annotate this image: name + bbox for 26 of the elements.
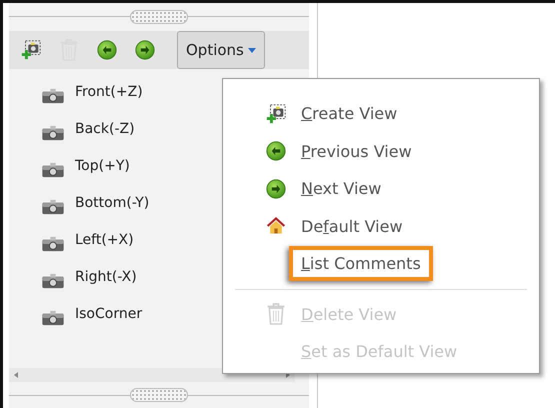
trash-icon (265, 302, 287, 326)
menu-item[interactable]: Default View (297, 214, 407, 239)
view-item[interactable]: Right(-X) (75, 268, 137, 284)
scroll-left-icon[interactable] (14, 372, 18, 378)
view-item[interactable]: Bottom(-Y) (75, 194, 150, 210)
menu-item[interactable]: Previous View (297, 138, 416, 164)
camera-icon (41, 162, 65, 178)
view-item[interactable]: Left(+X) (75, 232, 134, 248)
camera-plus-icon[interactable] (19, 39, 43, 61)
menu-item[interactable]: Create View (297, 101, 402, 126)
camera-icon (41, 236, 65, 252)
camera-icon (41, 272, 65, 288)
camera-icon (41, 124, 65, 140)
menu-item[interactable]: Next View (297, 176, 386, 202)
view-item[interactable]: Back(-Z) (75, 120, 135, 136)
camera-icon (41, 88, 65, 104)
camera-icon (41, 310, 65, 326)
camera-plus-icon (265, 102, 287, 125)
view-item[interactable]: Top(+Y) (75, 158, 130, 174)
options-button[interactable]: Options (177, 31, 265, 69)
caret-icon (248, 48, 256, 52)
view-item[interactable]: Front(+Z) (75, 84, 143, 100)
menu-item[interactable]: List Comments (289, 246, 433, 282)
home-icon (265, 216, 287, 236)
view-item[interactable]: IsoCorner (75, 306, 142, 322)
camera-icon (41, 198, 65, 214)
